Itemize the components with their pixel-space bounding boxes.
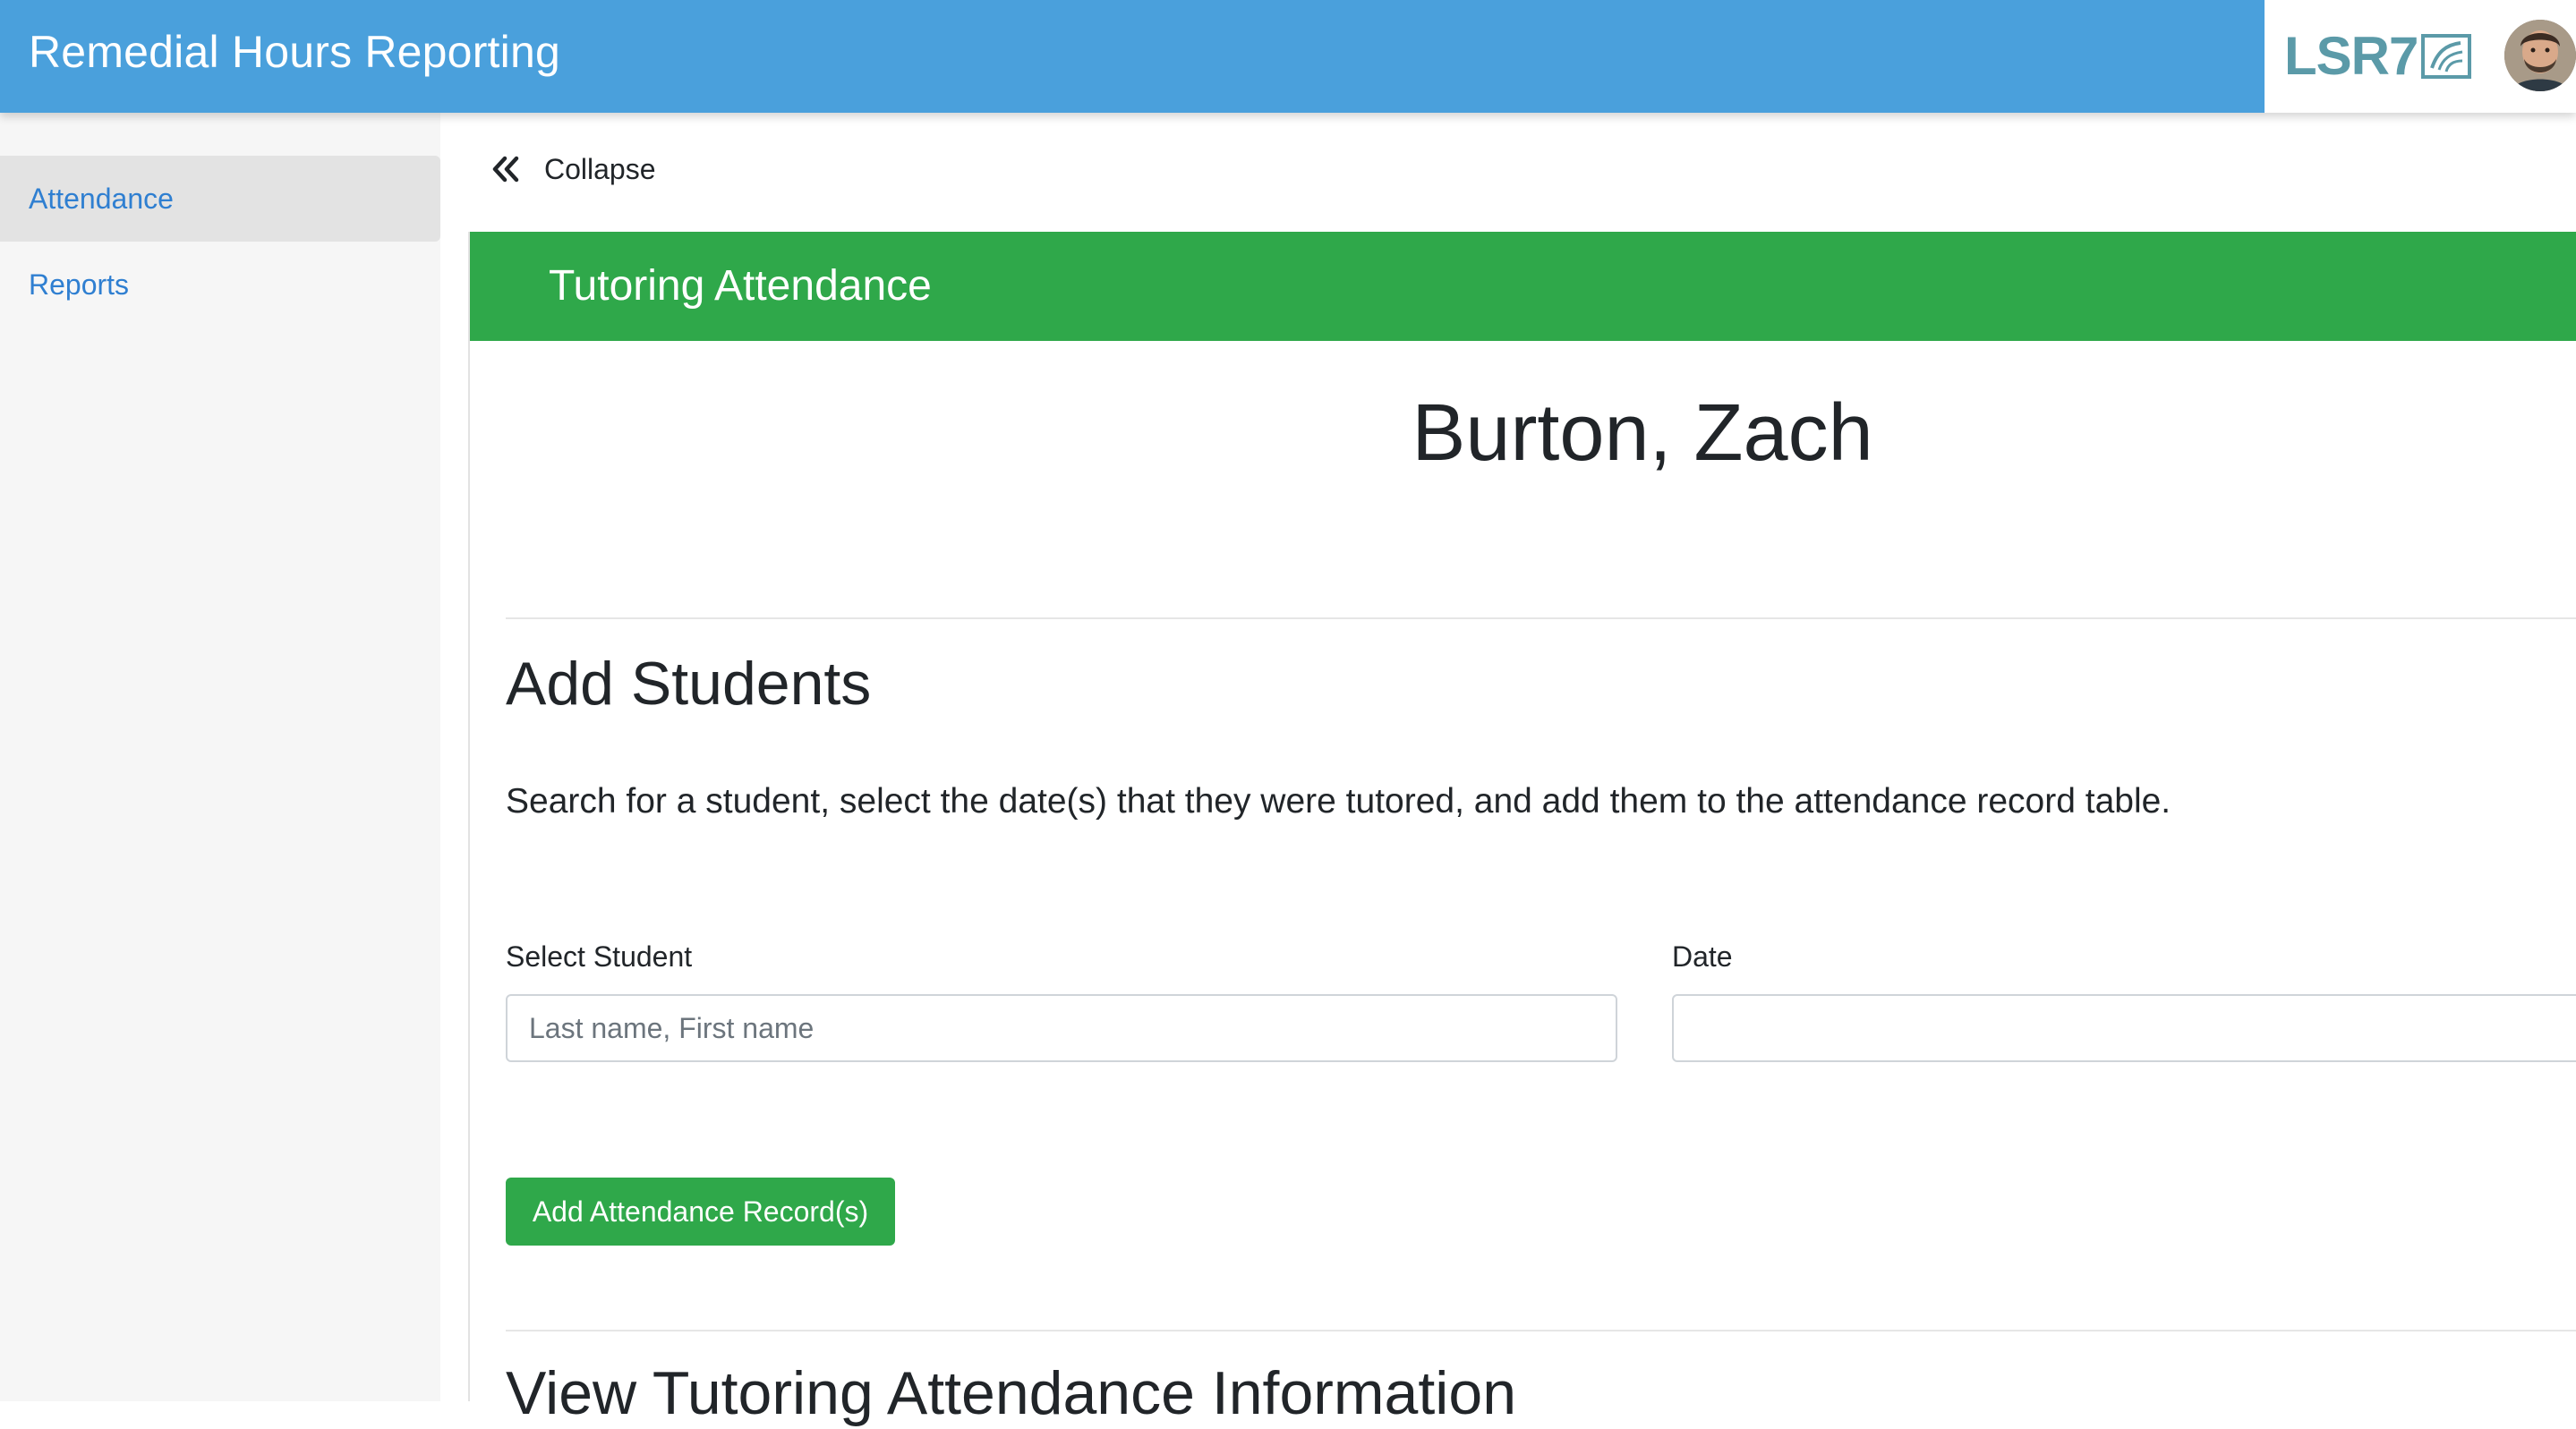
collapse-button[interactable]: Collapse — [490, 147, 656, 191]
date-input[interactable] — [1672, 994, 2576, 1062]
brand-area: LSR7 — [2265, 0, 2576, 113]
date-label: Date — [1672, 940, 1733, 973]
view-attendance-heading: View Tutoring Attendance Information — [506, 1359, 1517, 1427]
top-navbar: Remedial Hours Reporting LSR7 — [0, 0, 2576, 113]
logo-mark-icon — [2421, 34, 2472, 79]
user-avatar[interactable] — [2504, 20, 2576, 91]
sidebar: Attendance Reports — [0, 113, 440, 1401]
section-divider — [506, 617, 2576, 619]
add-students-heading: Add Students — [506, 650, 872, 718]
card-title: Tutoring Attendance — [549, 262, 932, 310]
sidebar-item-reports[interactable]: Reports — [0, 242, 440, 327]
sidebar-item-label: Reports — [29, 268, 130, 301]
tutor-name: Burton, Zach — [1412, 388, 1873, 478]
logo-text: LSR7 — [2284, 26, 2418, 86]
app-title[interactable]: Remedial Hours Reporting — [29, 25, 560, 79]
tutoring-attendance-card: Tutoring Attendance Burton, Zach Add Stu… — [468, 232, 2576, 1427]
double-chevron-left-icon — [492, 156, 519, 183]
sidebar-item-attendance[interactable]: Attendance — [0, 156, 440, 242]
select-student-label: Select Student — [506, 940, 693, 973]
add-attendance-records-button[interactable]: Add Attendance Record(s) — [506, 1178, 895, 1246]
card-header: Tutoring Attendance — [470, 232, 2576, 341]
add-students-instructions: Search for a student, select the date(s)… — [506, 782, 2171, 821]
user-avatar-icon — [2504, 20, 2576, 91]
sidebar-item-label: Attendance — [29, 182, 174, 215]
collapse-label: Collapse — [544, 152, 656, 185]
district-logo: LSR7 — [2284, 26, 2472, 86]
section-divider — [506, 1330, 2576, 1331]
student-search-input[interactable] — [506, 994, 1617, 1062]
